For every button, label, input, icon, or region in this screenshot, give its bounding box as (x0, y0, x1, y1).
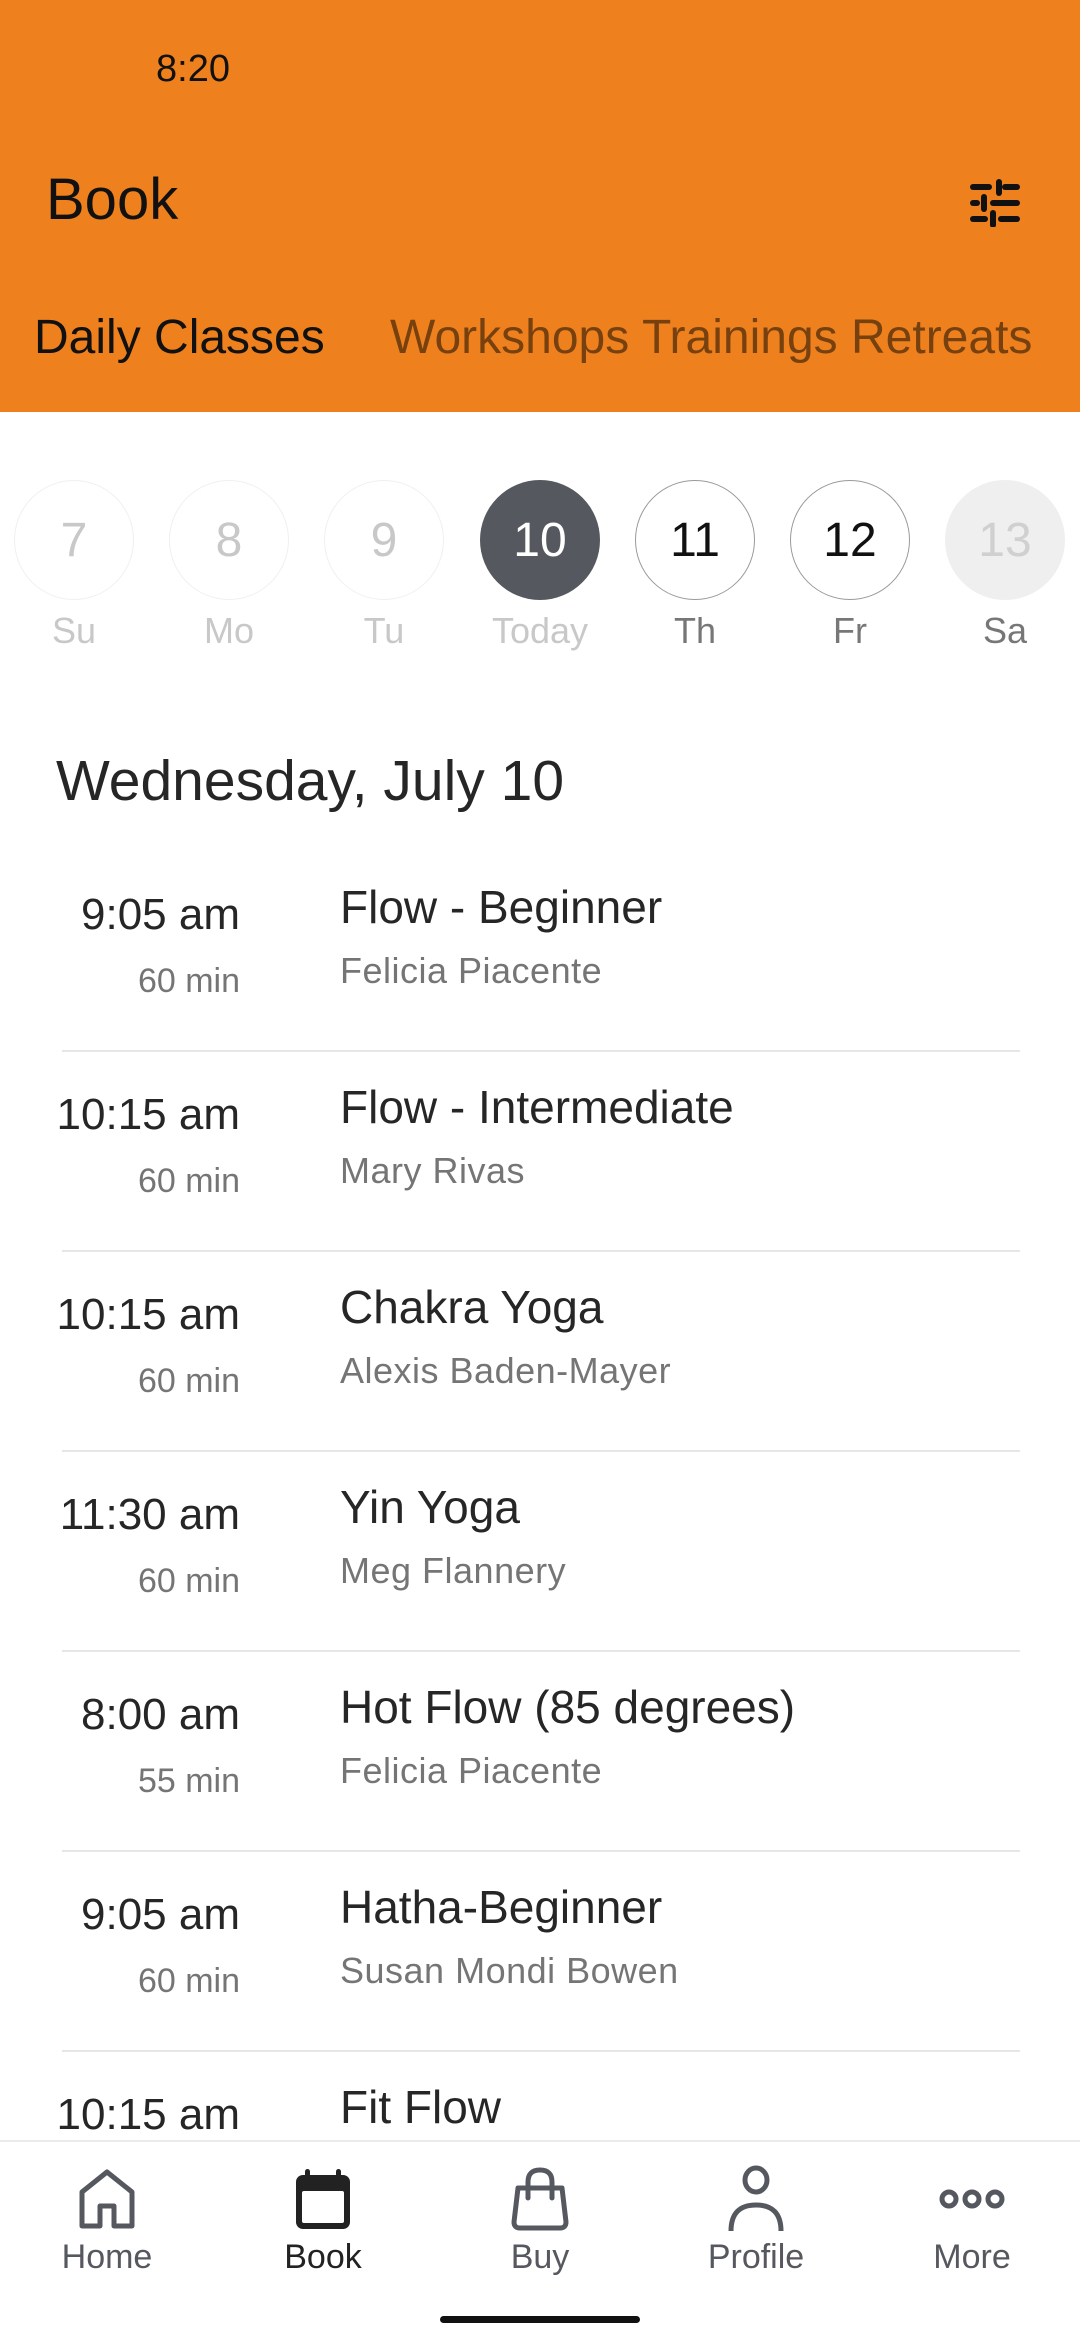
date-number: 13 (945, 480, 1065, 600)
class-duration: 55 min (137, 1762, 240, 1800)
class-row[interactable]: 8:00 am 55 min Hot Flow (85 degrees) Fel… (0, 1652, 1080, 1852)
date-chip-9[interactable]: 9 Tu (324, 480, 444, 652)
class-time: 10:15 am (56, 2090, 240, 2139)
sliders-icon (970, 179, 1020, 227)
class-name: Hatha-Beginner (340, 1881, 663, 1933)
date-number: 10 (480, 480, 600, 600)
nav-buy[interactable]: Buy (440, 2164, 640, 2277)
tab-trainings[interactable]: Trainings (642, 310, 838, 365)
class-name: Flow - Beginner (340, 881, 663, 933)
calendar-icon (296, 2169, 350, 2229)
class-list: 9:05 am 60 min Flow - Beginner Felicia P… (0, 852, 1080, 2252)
class-duration: 60 min (137, 1562, 240, 1600)
date-chip-13[interactable]: 13 Sa (945, 480, 1065, 652)
class-time: 8:00 am (81, 1690, 240, 1739)
class-duration: 60 min (137, 962, 240, 1000)
day-label: Su (51, 610, 97, 651)
home-icon (79, 2169, 135, 2229)
nav-label: Buy (510, 2238, 570, 2276)
home-indicator[interactable] (440, 2316, 640, 2323)
date-number: 7 (14, 480, 134, 600)
date-chip-7[interactable]: 7 Su (14, 480, 134, 652)
class-name: Hot Flow (85 degrees) (340, 1681, 796, 1733)
class-row[interactable]: 9:05 am 60 min Hatha-Beginner Susan Mond… (0, 1852, 1080, 2052)
class-name: Fit Flow (340, 2081, 501, 2133)
class-time: 9:05 am (81, 1890, 240, 1939)
nav-label: Book (284, 2238, 362, 2276)
date-number: 12 (790, 480, 910, 600)
class-duration: 60 min (137, 1362, 240, 1400)
nav-label: Profile (707, 2238, 805, 2276)
day-label: Fr (833, 610, 867, 651)
filter-button[interactable] (960, 170, 1030, 236)
tab-daily-classes[interactable]: Daily Classes (34, 310, 325, 365)
more-dots-icon (939, 2189, 1005, 2209)
class-time: 11:30 am (59, 1490, 240, 1539)
nav-more[interactable]: More (872, 2164, 1072, 2277)
day-label: Tu (363, 610, 405, 651)
class-instructor: Felicia Piacente (340, 950, 603, 991)
date-picker-strip: 7 Su 8 Mo 9 Tu 10 Today 11 Th 12 Fr 13 S… (0, 480, 1080, 660)
day-label: Today (491, 610, 589, 651)
class-row[interactable]: 10:15 am 60 min Chakra Yoga Alexis Baden… (0, 1252, 1080, 1452)
nav-profile[interactable]: Profile (656, 2164, 856, 2277)
class-instructor: Mary Rivas (340, 1150, 526, 1191)
class-instructor: Susan Mondi Bowen (340, 1950, 679, 1991)
person-icon (728, 2165, 784, 2232)
shopping-bag-icon (511, 2167, 569, 2231)
app-header: 8:20 Book Daily Classes Workshops Traini… (0, 0, 1080, 412)
class-instructor: Alexis Baden-Mayer (340, 1350, 672, 1391)
class-time: 10:15 am (56, 1290, 240, 1339)
class-row[interactable]: 11:30 am 60 min Yin Yoga Meg Flannery (0, 1452, 1080, 1652)
date-number: 11 (635, 480, 755, 600)
class-duration: 60 min (137, 1162, 240, 1200)
date-chip-10-today[interactable]: 10 Today (480, 480, 600, 652)
selected-date-heading: Wednesday, July 10 (56, 749, 565, 813)
page-title: Book (46, 167, 179, 232)
date-chip-8[interactable]: 8 Mo (169, 480, 289, 652)
tab-retreats[interactable]: Retreats (851, 310, 1032, 365)
class-name: Chakra Yoga (340, 1281, 604, 1333)
status-bar-time: 8:20 (156, 48, 230, 90)
class-duration: 60 min (137, 1962, 240, 2000)
class-row[interactable]: 10:15 am 60 min Flow - Intermediate Mary… (0, 1052, 1080, 1252)
class-instructor: Meg Flannery (340, 1550, 567, 1591)
date-chip-12[interactable]: 12 Fr (790, 480, 910, 652)
nav-label: Home (61, 2238, 153, 2276)
date-number: 9 (324, 480, 444, 600)
day-label: Th (673, 610, 716, 651)
class-instructor: Felicia Piacente (340, 1750, 603, 1791)
nav-book[interactable]: Book (223, 2164, 423, 2277)
nav-home[interactable]: Home (7, 2164, 207, 2277)
class-time: 10:15 am (56, 1090, 240, 1139)
nav-label: More (933, 2238, 1011, 2276)
class-name: Flow - Intermediate (340, 1081, 734, 1133)
bottom-navigation: Home Book Buy Profile More (0, 2140, 1080, 2340)
day-label: Sa (982, 610, 1028, 651)
tab-workshops[interactable]: Workshops (390, 310, 629, 365)
class-name: Yin Yoga (340, 1481, 520, 1533)
date-chip-11[interactable]: 11 Th (635, 480, 755, 652)
class-time: 9:05 am (81, 890, 240, 939)
date-number: 8 (169, 480, 289, 600)
day-label: Mo (203, 610, 254, 651)
class-row[interactable]: 9:05 am 60 min Flow - Beginner Felicia P… (0, 852, 1080, 1052)
category-tabs: Daily Classes Workshops Trainings Retrea… (0, 310, 1080, 390)
